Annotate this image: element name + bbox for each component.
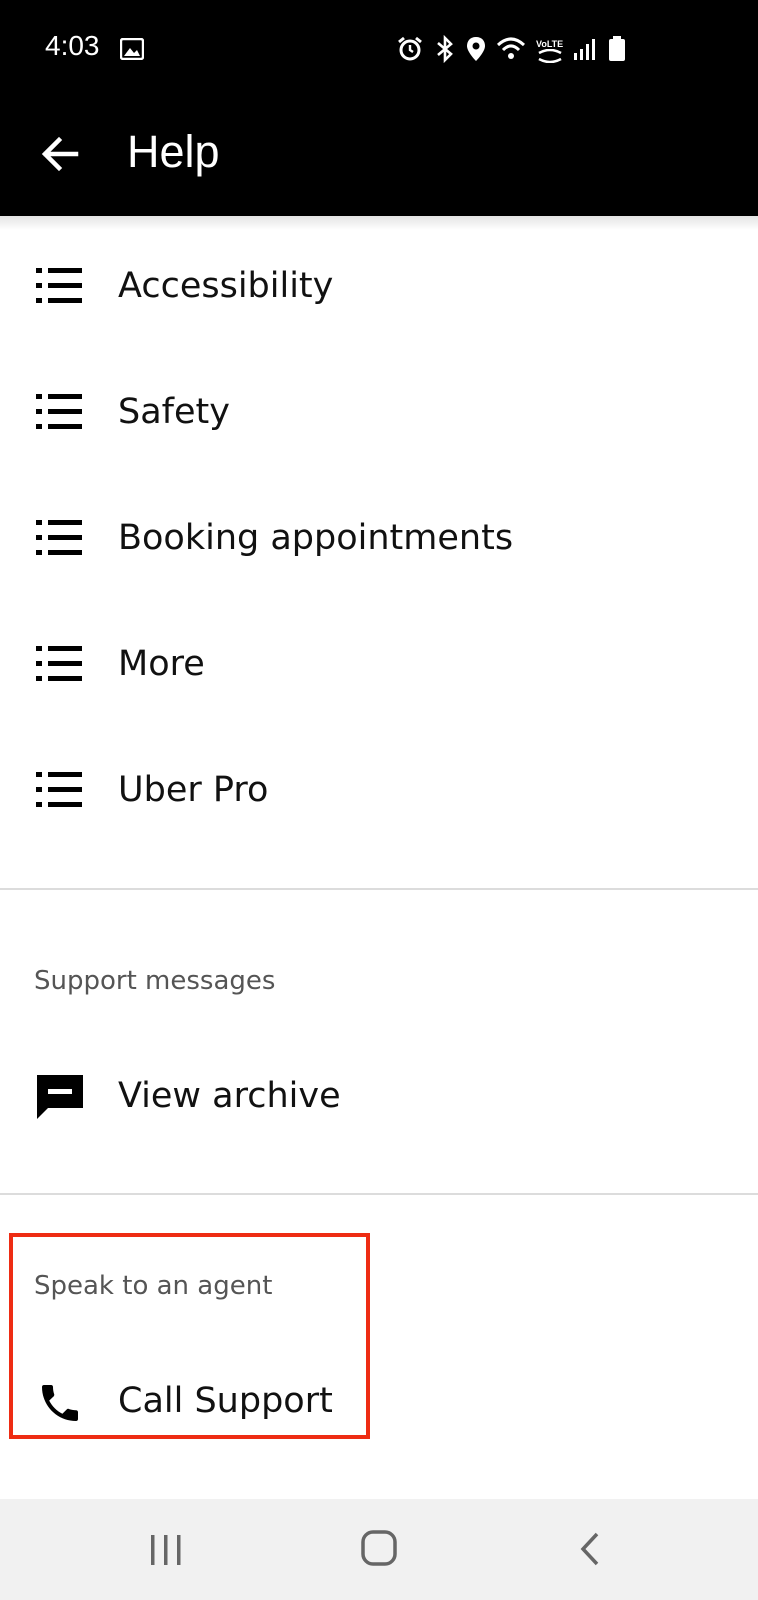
help-topic-label: Accessibility <box>118 266 334 306</box>
image-icon <box>119 37 145 64</box>
back-icon[interactable] <box>578 1531 602 1571</box>
help-topic-label: Booking appointments <box>118 518 514 558</box>
help-topic-more[interactable]: More <box>0 602 758 726</box>
view-archive-item[interactable]: View archive <box>0 1034 758 1158</box>
wifi-icon <box>496 36 526 66</box>
help-topic-safety[interactable]: Safety <box>0 350 758 474</box>
help-topic-accessibility[interactable]: Accessibility <box>0 224 758 348</box>
help-topic-booking-appointments[interactable]: Booking appointments <box>0 476 758 600</box>
bluetooth-icon <box>434 34 456 67</box>
home-icon[interactable] <box>360 1529 398 1571</box>
help-topic-label: Uber Pro <box>118 770 269 810</box>
app-bar: Help <box>0 100 758 216</box>
chat-icon <box>36 1074 83 1119</box>
nav-bar <box>0 1499 758 1600</box>
location-icon <box>466 35 486 67</box>
view-archive-label: View archive <box>118 1076 341 1116</box>
volte-label: VoLTE <box>536 39 564 49</box>
divider <box>0 1193 758 1195</box>
list-icon <box>36 520 82 556</box>
page-title: Help <box>127 126 220 177</box>
help-topic-label: Safety <box>118 392 230 432</box>
highlight-box <box>9 1233 370 1439</box>
volte-icon: VoLTE <box>536 39 563 63</box>
divider <box>0 888 758 890</box>
help-topic-uber-pro[interactable]: Uber Pro <box>0 728 758 852</box>
signal-icon <box>573 37 597 65</box>
status-bar: 4:03 VoLTE <box>0 0 758 100</box>
recents-icon[interactable] <box>148 1533 184 1571</box>
support-messages-header: Support messages <box>34 966 276 996</box>
list-icon <box>36 394 82 430</box>
status-time: 4:03 <box>45 30 100 61</box>
alarm-icon <box>396 35 424 67</box>
list-icon <box>36 646 82 682</box>
battery-icon <box>607 35 627 67</box>
status-icons: VoLTE <box>396 34 627 67</box>
list-icon <box>36 772 82 808</box>
back-arrow-icon[interactable] <box>38 132 82 176</box>
help-topic-label: More <box>118 644 205 684</box>
list-icon <box>36 268 82 304</box>
